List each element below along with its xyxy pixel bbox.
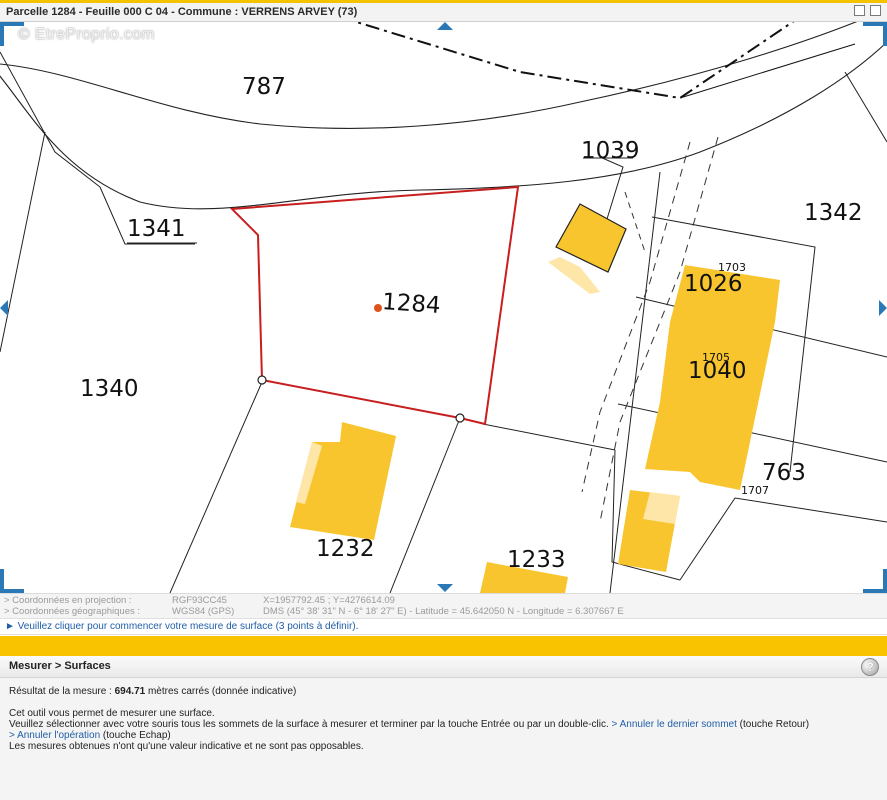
vertex-marker[interactable] bbox=[455, 413, 465, 423]
corner-bracket-icon bbox=[863, 22, 887, 46]
coordinates-bar: > Coordonnées en projection : RGF93CC45 … bbox=[0, 593, 887, 618]
parcel-label: 1039 bbox=[581, 138, 640, 164]
building-label: 1703 bbox=[718, 261, 746, 274]
cancel-operation-link[interactable]: > Annuler l'opération bbox=[9, 730, 100, 741]
road-edge-south bbox=[0, 41, 887, 210]
cadastre-map[interactable]: © EtreProprio.com 787 1039 1342 1341 128… bbox=[0, 22, 887, 593]
undo-key-hint: (touche Retour) bbox=[736, 719, 810, 730]
window-title: Parcelle 1284 - Feuille 000 C 04 - Commu… bbox=[6, 6, 358, 18]
pan-south-icon[interactable] bbox=[437, 584, 453, 592]
help-line-1: Cet outil vous permet de mesurer une sur… bbox=[9, 708, 215, 719]
geo-system: WGS84 (GPS) bbox=[172, 606, 235, 617]
help-icon[interactable]: ? bbox=[861, 658, 879, 676]
vertex-marker[interactable] bbox=[257, 375, 267, 385]
geo-value: DMS (45° 38' 31" N - 6° 18' 27" E) - Lat… bbox=[263, 606, 624, 617]
instructions-text: Veuillez sélectionner avec votre souris … bbox=[9, 719, 612, 730]
help-line-3: > Annuler l'opération (touche Echap) bbox=[9, 730, 878, 741]
result-value: 694.71 bbox=[114, 686, 146, 697]
close-icon[interactable] bbox=[870, 5, 881, 16]
pan-north-icon[interactable] bbox=[437, 22, 453, 30]
window-titlebar: Parcelle 1284 - Feuille 000 C 04 - Commu… bbox=[0, 0, 887, 22]
parcel-label: 1233 bbox=[507, 547, 566, 573]
result-unit: mètres carrés (donnée indicative) bbox=[145, 686, 297, 697]
building-label: 1705 bbox=[702, 351, 730, 364]
measure-hint: ► Veuillez cliquer pour commencer votre … bbox=[0, 618, 887, 635]
parcel-label: 787 bbox=[242, 74, 286, 100]
panel-body: Résultat de la mesure : 694.71 mètres ca… bbox=[0, 678, 887, 760]
corner-bracket-icon bbox=[0, 569, 24, 593]
cancel-key-hint: (touche Echap) bbox=[100, 730, 171, 741]
pan-east-icon[interactable] bbox=[879, 300, 887, 316]
disclaimer: Les mesures obtenues n'ont qu'une valeur… bbox=[9, 741, 364, 752]
parcel-label: 1026 bbox=[684, 271, 743, 297]
breadcrumb: Mesurer > Surfaces bbox=[9, 660, 111, 672]
corner-bracket-icon bbox=[863, 569, 887, 593]
parcel-label: 1232 bbox=[316, 536, 375, 562]
commune-boundary bbox=[352, 22, 795, 100]
building-label: 1707 bbox=[741, 484, 769, 497]
parcel-label: 1340 bbox=[80, 376, 139, 402]
result-label: Résultat de la mesure : bbox=[9, 686, 115, 697]
geo-label: > Coordonnées géographiques : bbox=[4, 606, 141, 617]
parcel-label: 1341 bbox=[127, 216, 186, 242]
pan-west-icon[interactable] bbox=[0, 300, 8, 316]
watermark: © EtreProprio.com bbox=[18, 26, 155, 43]
parcel-label: 1342 bbox=[804, 200, 863, 226]
measure-panel: Mesurer > Surfaces ? Résultat de la mesu… bbox=[0, 656, 887, 800]
restore-icon[interactable] bbox=[854, 5, 865, 16]
measure-result: Résultat de la mesure : 694.71 mètres ca… bbox=[9, 686, 878, 697]
help-line-2: Veuillez sélectionner avec votre souris … bbox=[9, 719, 878, 730]
map-canvas bbox=[0, 22, 887, 593]
parcel-label-selected: 1284 bbox=[381, 288, 442, 320]
accent-bar bbox=[0, 636, 887, 656]
parcel-label: 763 bbox=[762, 460, 806, 486]
undo-last-vertex-link[interactable]: > Annuler le dernier sommet bbox=[612, 719, 737, 730]
panel-header: Mesurer > Surfaces ? bbox=[0, 656, 887, 678]
